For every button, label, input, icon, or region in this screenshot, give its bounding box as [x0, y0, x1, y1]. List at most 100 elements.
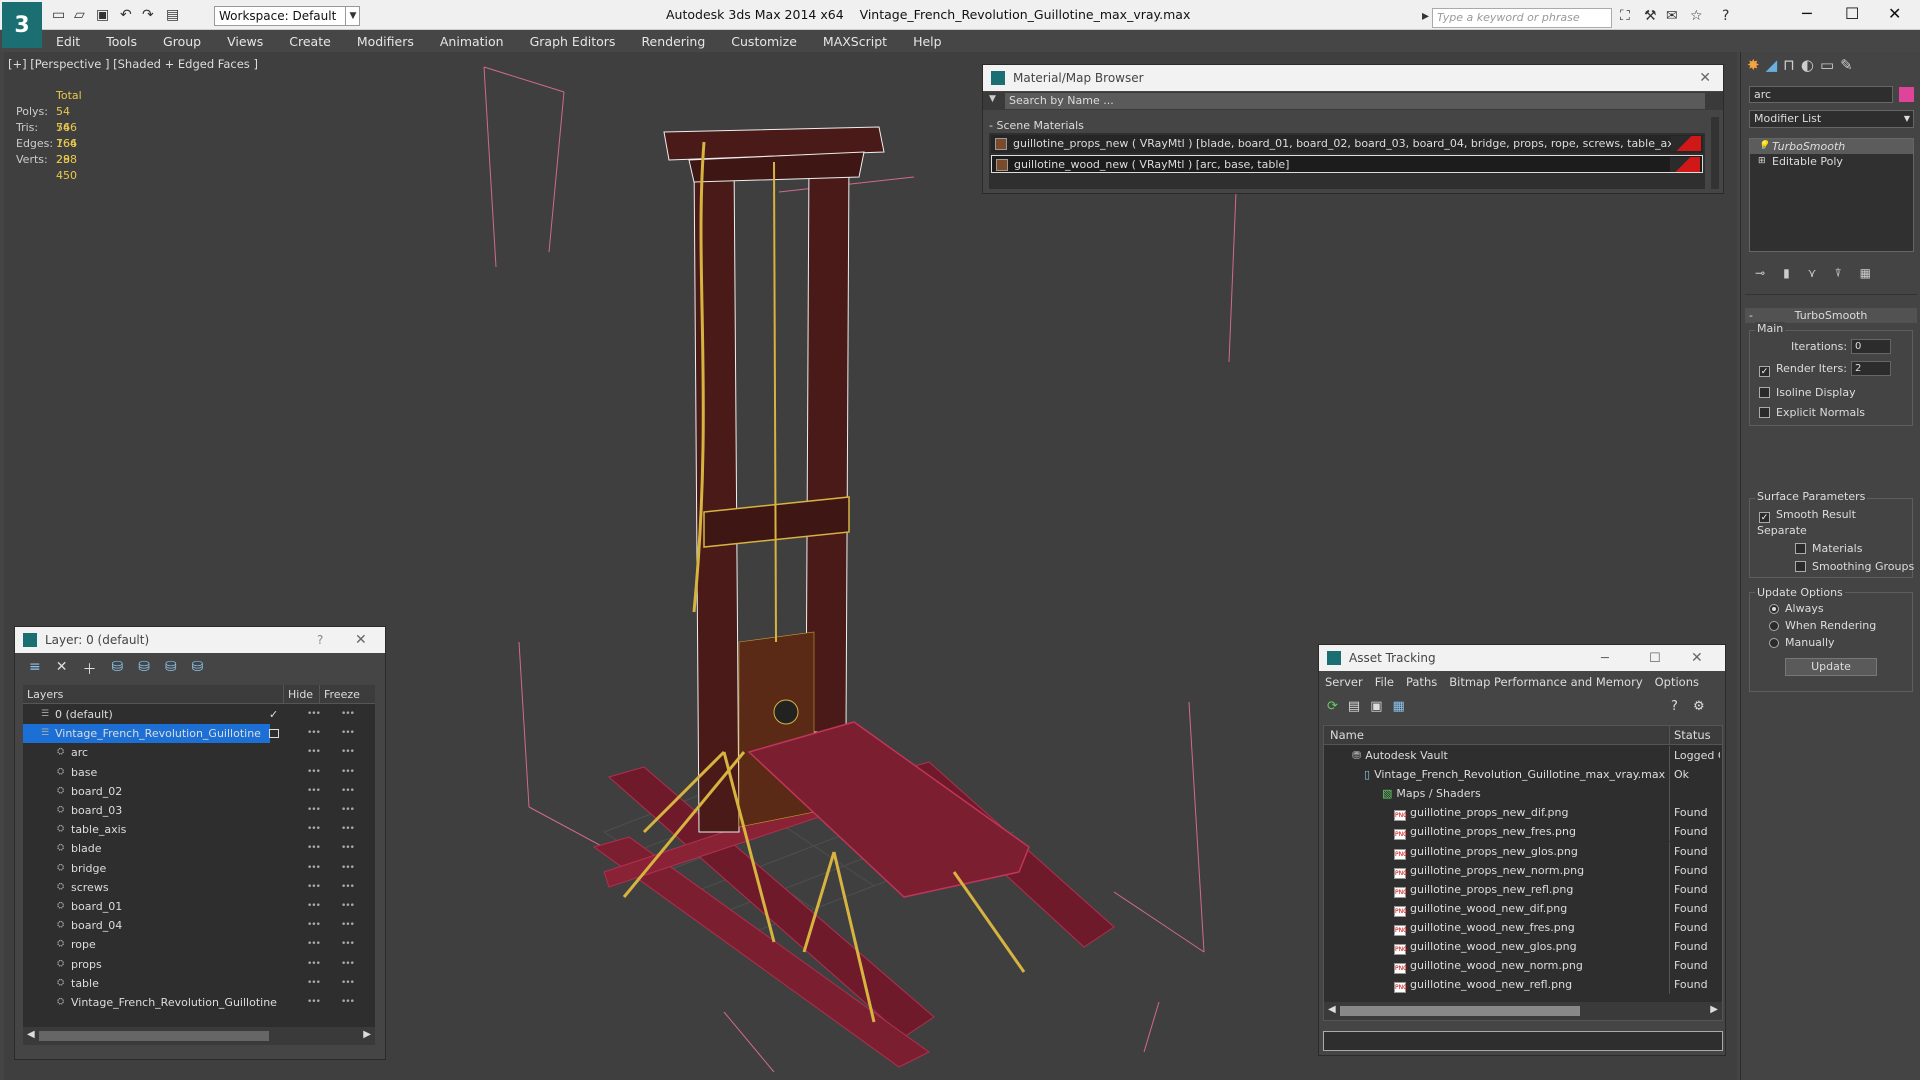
help-icon[interactable]: ? [1722, 8, 1729, 24]
separate-materials-checkbox[interactable]: Materials [1795, 542, 1862, 555]
isoline-display-checkbox[interactable]: Isoline Display [1759, 386, 1856, 399]
freeze-toggle[interactable]: ••• [341, 743, 355, 762]
layer-row[interactable]: ⛭ board_03 ••• ••• [23, 801, 369, 820]
freeze-toggle[interactable]: ••• [341, 724, 355, 743]
smooth-result-checkbox[interactable]: ✓ Smooth Result [1759, 508, 1856, 523]
menu-graph-editors[interactable]: Graph Editors [530, 34, 616, 49]
layer-row[interactable]: ⛭ screws ••• ••• [23, 878, 369, 897]
layer-row[interactable]: ⛭ rope ••• ••• [23, 935, 369, 954]
hide-toggle[interactable]: ••• [307, 859, 321, 878]
hide-toggle[interactable]: ••• [307, 916, 321, 935]
scroll-left-icon[interactable]: ◀ [27, 1029, 35, 1040]
asset-row[interactable]: PNG guillotine_wood_new_fres.png Found [1324, 917, 1722, 937]
close-icon[interactable]: ✕ [355, 632, 367, 648]
settings-icon[interactable]: ⚙ [1693, 699, 1705, 714]
subscription-icon[interactable]: ⚒ [1644, 8, 1657, 24]
asset-menu-options[interactable]: Options [1655, 675, 1699, 689]
menu-create[interactable]: Create [289, 34, 331, 49]
configure-modifier-sets-icon[interactable]: ▦ [1860, 266, 1871, 281]
layer-row[interactable]: ⛭ board_04 ••• ••• [23, 916, 369, 935]
help-icon[interactable]: ? [1671, 699, 1678, 714]
menu-modifiers[interactable]: Modifiers [357, 34, 414, 49]
highlight-layer-icon[interactable]: ⛁ [138, 659, 150, 679]
layer-row[interactable]: ⛭ Vintage_French_Revolution_Guillotine •••… [23, 993, 369, 1012]
freeze-toggle[interactable]: ••• [341, 859, 355, 878]
explicit-normals-checkbox[interactable]: Explicit Normals [1759, 406, 1865, 419]
layer-row[interactable]: ⛭ table_axis ••• ••• [23, 820, 369, 839]
favorites-star-icon[interactable]: ☆ [1690, 8, 1703, 24]
hide-toggle[interactable]: ••• [307, 897, 321, 916]
communication-icon[interactable]: ✉ [1666, 8, 1678, 24]
scroll-left-icon[interactable]: ◀ [1328, 1004, 1336, 1015]
hide-toggle[interactable]: ••• [307, 955, 321, 974]
menu-maxscript[interactable]: MAXScript [823, 34, 887, 49]
layer-row[interactable]: ⛭ arc ••• ••• [23, 743, 369, 762]
horizontal-scrollbar[interactable] [39, 1031, 269, 1041]
binoculars-icon[interactable]: ⛶ [1620, 8, 1630, 24]
layer-row[interactable]: ☰ 0 (default) ✓ ••• ••• [23, 705, 369, 724]
menu-customize[interactable]: Customize [731, 34, 797, 49]
list-view-icon[interactable]: ▤ [1348, 699, 1360, 714]
hide-toggle[interactable]: ••• [307, 724, 321, 743]
menu-group[interactable]: Group [163, 34, 201, 49]
asset-row[interactable]: PNG guillotine_props_new_dif.png Found [1324, 803, 1722, 823]
freeze-all-icon[interactable]: ⛁ [192, 659, 204, 679]
asset-menu-paths[interactable]: Paths [1406, 675, 1437, 689]
asset-row[interactable]: ▧ Maps / Shaders [1324, 784, 1722, 804]
workspace-dropdown[interactable]: Workspace: Default [214, 6, 360, 26]
freeze-toggle[interactable]: ••• [341, 782, 355, 801]
update-manually-radio[interactable]: Manually [1769, 636, 1835, 649]
hide-toggle[interactable]: ••• [307, 878, 321, 897]
object-name-input[interactable]: arc [1749, 86, 1893, 103]
hierarchy-tab-icon[interactable]: ⊓ [1783, 56, 1795, 76]
asset-row[interactable]: PNG guillotine_wood_new_glos.png Found [1324, 937, 1722, 956]
hide-toggle[interactable]: ••• [307, 935, 321, 954]
freeze-toggle[interactable]: ••• [341, 705, 355, 724]
object-color-swatch[interactable] [1899, 87, 1914, 102]
freeze-toggle[interactable]: ••• [341, 935, 355, 954]
refresh-icon[interactable]: ⟳ [1327, 699, 1338, 714]
freeze-toggle[interactable]: ••• [341, 974, 355, 993]
asset-path-field[interactable] [1323, 1031, 1723, 1051]
material-item[interactable]: guillotine_wood_new ( VRayMtl ) [arc, ba… [991, 155, 1703, 173]
undo-icon[interactable]: ↶ [120, 7, 132, 23]
column-freeze[interactable]: Freeze [319, 685, 360, 704]
display-tab-icon[interactable]: ▭ [1820, 56, 1834, 76]
active-layer-check-icon[interactable]: ✓ [269, 705, 278, 724]
column-hide[interactable]: Hide [283, 685, 313, 704]
maximize-icon[interactable]: ☐ [1845, 4, 1859, 23]
update-always-radio[interactable]: Always [1769, 602, 1824, 615]
chevron-right-icon[interactable]: ▸ [1422, 8, 1429, 24]
open-file-icon[interactable]: ▱ [74, 7, 85, 23]
horizontal-scrollbar[interactable] [1340, 1006, 1580, 1016]
freeze-toggle[interactable]: ••• [341, 993, 355, 1012]
asset-row[interactable]: PNG guillotine_props_new_fres.png Found [1324, 822, 1722, 842]
search-input[interactable]: Type a keyword or phrase [1432, 8, 1612, 28]
close-icon[interactable]: ✕ [1888, 4, 1901, 23]
layer-list[interactable]: Layers Hide Freeze ☰ 0 (default) ✓ ••• ••• ☰ V… [23, 685, 375, 1045]
asset-row[interactable]: PNG guillotine_props_new_glos.png Found [1324, 841, 1722, 861]
freeze-toggle[interactable]: ••• [341, 955, 355, 974]
modifier-stack[interactable]: 💡 TurboSmooth ⊞ Editable Poly [1749, 138, 1914, 252]
set-current-layer-icon[interactable] [269, 729, 279, 739]
help-icon[interactable]: ? [317, 633, 323, 647]
hide-toggle[interactable]: ••• [307, 993, 321, 1012]
viewport-label[interactable]: [+] [Perspective ] [Shaded + Edged Faces… [8, 57, 258, 71]
add-selected-icon[interactable]: ＋ [82, 659, 96, 679]
save-file-icon[interactable]: ▣ [96, 7, 109, 23]
render-iters-spinner[interactable]: 2 [1851, 361, 1891, 376]
menu-animation[interactable]: Animation [440, 34, 504, 49]
material-search-input[interactable]: Search by Name ... [1005, 93, 1705, 109]
show-end-result-icon[interactable]: ▮ [1783, 266, 1790, 281]
scroll-right-icon[interactable]: ▶ [363, 1029, 371, 1040]
hide-toggle[interactable]: ••• [307, 705, 321, 724]
layer-row[interactable]: ⛭ props ••• ••• [23, 955, 369, 974]
utilities-tab-icon[interactable]: ✎ [1840, 56, 1853, 76]
iterations-spinner[interactable]: 0 [1851, 339, 1891, 354]
freeze-toggle[interactable]: ••• [341, 897, 355, 916]
hide-toggle[interactable]: ••• [307, 974, 321, 993]
motion-tab-icon[interactable]: ◐ [1801, 56, 1814, 76]
stack-item-turbosmooth[interactable]: 💡 TurboSmooth [1750, 139, 1913, 154]
asset-row[interactable]: PNG guillotine_wood_new_dif.png Found [1324, 898, 1722, 918]
asset-menu-bitmap-performance-and-memory[interactable]: Bitmap Performance and Memory [1449, 675, 1642, 689]
